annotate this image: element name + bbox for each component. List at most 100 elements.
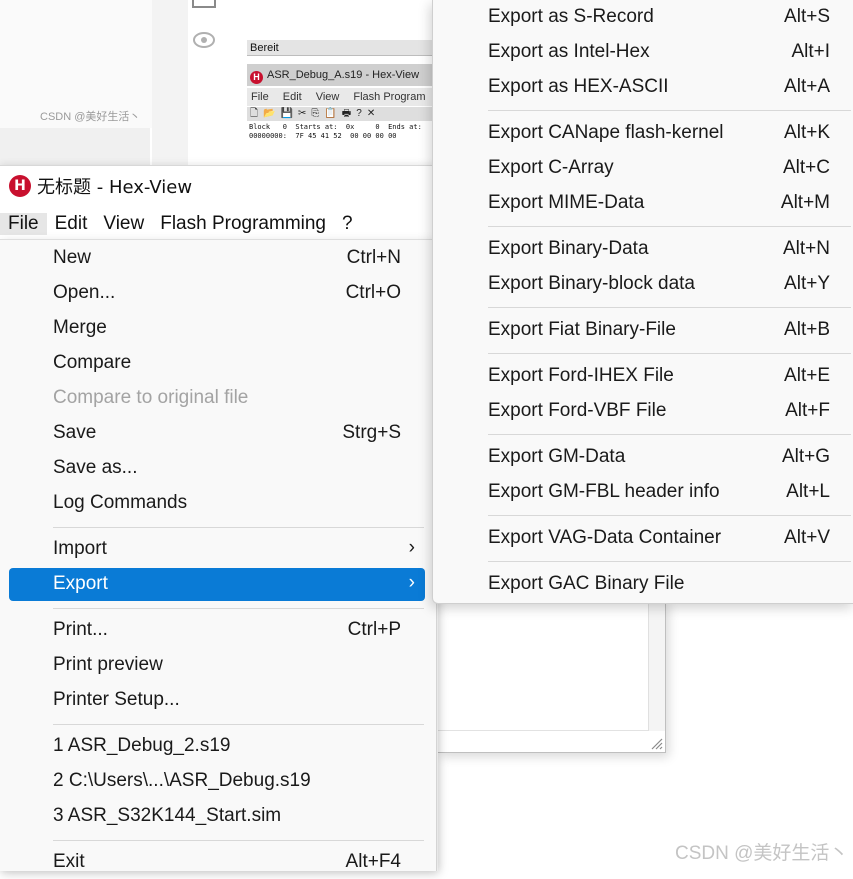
menu-item-open[interactable]: Open... Ctrl+O bbox=[9, 277, 425, 310]
mini-close-icon: ✕ bbox=[366, 108, 376, 119]
export-binary-data[interactable]: Export Binary-Data Alt+N bbox=[441, 233, 846, 266]
export-intel-hex[interactable]: Export as Intel-Hex Alt+I bbox=[441, 36, 846, 69]
export-c-array[interactable]: Export C-Array Alt+C bbox=[441, 152, 846, 185]
menu-item-label: Export GM-Data bbox=[488, 446, 626, 467]
menu-item-label: Printer Setup... bbox=[53, 689, 180, 710]
menu-item-label: Export Ford-VBF File bbox=[488, 400, 667, 421]
menu-item-label: Export Fiat Binary-File bbox=[488, 319, 676, 340]
menu-item-shortcut: Alt+L bbox=[786, 481, 830, 502]
menu-item-recent-file-2[interactable]: 2 C:\Users\...\ASR_Debug.s19 bbox=[9, 765, 425, 798]
menu-item-merge[interactable]: Merge bbox=[9, 312, 425, 345]
menu-item-printer-setup[interactable]: Printer Setup... bbox=[9, 684, 425, 717]
menu-item-label: Export VAG-Data Container bbox=[488, 527, 722, 548]
mini-window-title: ASR_Debug_A.s19 - Hex-View bbox=[267, 69, 420, 81]
menu-item-shortcut: Strg+S bbox=[342, 422, 401, 443]
mini-save-icon: 💾 bbox=[280, 108, 293, 119]
menu-item-shortcut: Alt+M bbox=[780, 192, 830, 213]
mini-menu-file: File bbox=[251, 91, 269, 103]
menu-separator bbox=[488, 434, 851, 435]
mini-menu-view: View bbox=[315, 91, 340, 103]
export-binary-block-data[interactable]: Export Binary-block data Alt+Y bbox=[441, 268, 846, 301]
menu-item-shortcut: Alt+C bbox=[783, 157, 830, 178]
mini-paste-icon: 📋 bbox=[324, 108, 337, 119]
menu-item-label: Compare to original file bbox=[53, 387, 249, 408]
menu-separator bbox=[488, 226, 851, 227]
mini-menubar: File Edit View Flash Program bbox=[247, 88, 437, 106]
resize-grip-icon[interactable] bbox=[649, 736, 663, 750]
menu-separator bbox=[488, 353, 851, 354]
menu-separator bbox=[53, 724, 424, 725]
menu-item-shortcut: Alt+B bbox=[784, 319, 830, 340]
menu-item-compare[interactable]: Compare bbox=[9, 347, 425, 380]
menu-item-exit[interactable]: Exit Alt+F4 bbox=[9, 846, 425, 879]
mini-toolbar: 🗋 📂 💾 ✂ ⎘ 📋 🖶? ✕ bbox=[247, 107, 437, 121]
watermark-small: CSDN @美好生活丶 bbox=[40, 111, 141, 123]
export-s-record[interactable]: Export as S-Record Alt+S bbox=[441, 1, 846, 34]
menu-item-recent-file-3[interactable]: 3 ASR_S32K144_Start.sim bbox=[9, 800, 425, 833]
menu-item-label: Open... bbox=[53, 282, 116, 303]
chevron-right-icon: › bbox=[408, 537, 415, 558]
mini-copy-icon: ⎘ bbox=[311, 108, 320, 119]
menu-item-log-commands[interactable]: Log Commands bbox=[9, 487, 425, 520]
menu-item-save-as[interactable]: Save as... bbox=[9, 452, 425, 485]
menu-item-label: Export GAC Binary File bbox=[488, 573, 685, 594]
menu-file[interactable]: File bbox=[0, 213, 47, 235]
menu-item-shortcut: Alt+I bbox=[791, 41, 830, 62]
menu-item-label: Export bbox=[53, 573, 108, 594]
menu-item-label: Compare bbox=[53, 352, 132, 373]
menu-item-label: Export as S-Record bbox=[488, 6, 654, 27]
menu-item-import[interactable]: Import › bbox=[9, 533, 425, 566]
export-vag-data-container[interactable]: Export VAG-Data Container Alt+V bbox=[441, 522, 846, 555]
menu-item-label: Import bbox=[53, 538, 107, 559]
menu-item-compare-original: Compare to original file bbox=[9, 382, 425, 415]
export-ford-ihex[interactable]: Export Ford-IHEX File Alt+E bbox=[441, 360, 846, 393]
menu-item-shortcut: Alt+A bbox=[784, 76, 830, 97]
menu-help[interactable]: ? bbox=[334, 213, 361, 235]
layout-grid-icon[interactable] bbox=[192, 0, 216, 8]
export-gm-fbl-header[interactable]: Export GM-FBL header info Alt+L bbox=[441, 476, 846, 509]
menu-item-label: Log Commands bbox=[53, 492, 188, 513]
menu-separator bbox=[488, 307, 851, 308]
chevron-right-icon: › bbox=[408, 572, 415, 593]
menu-item-label: Export as HEX-ASCII bbox=[488, 76, 669, 97]
menu-item-shortcut: Alt+F bbox=[785, 400, 830, 421]
menu-item-label: Export Binary-Data bbox=[488, 238, 649, 259]
export-hex-ascii[interactable]: Export as HEX-ASCII Alt+A bbox=[441, 71, 846, 104]
export-submenu: Export as S-Record Alt+S Export as Intel-… bbox=[432, 0, 853, 604]
menu-item-print[interactable]: Print... Ctrl+P bbox=[9, 614, 425, 647]
menu-view[interactable]: View bbox=[95, 213, 152, 235]
menu-item-recent-file-1[interactable]: 1 ASR_Debug_2.s19 bbox=[9, 730, 425, 763]
menu-flash-programming[interactable]: Flash Programming bbox=[152, 213, 334, 235]
title-bar[interactable]: H 无标题 - Hex-View bbox=[0, 166, 438, 206]
menu-item-save[interactable]: Save Strg+S bbox=[9, 417, 425, 450]
eye-icon[interactable] bbox=[193, 29, 215, 51]
menu-item-label: Save as... bbox=[53, 457, 138, 478]
menu-separator bbox=[488, 561, 851, 562]
export-gm-data[interactable]: Export GM-Data Alt+G bbox=[441, 441, 846, 474]
menu-separator bbox=[488, 515, 851, 516]
export-fiat-binary[interactable]: Export Fiat Binary-File Alt+B bbox=[441, 314, 846, 347]
export-ford-vbf[interactable]: Export Ford-VBF File Alt+F bbox=[441, 395, 846, 428]
menu-item-shortcut: Alt+Y bbox=[784, 273, 830, 294]
export-gac-binary[interactable]: Export GAC Binary File bbox=[441, 568, 846, 601]
menu-item-label: Export GM-FBL header info bbox=[488, 481, 720, 502]
mini-new-icon: 🗋 bbox=[250, 108, 259, 119]
menu-item-shortcut: Alt+E bbox=[784, 365, 830, 386]
vertical-scrollbar[interactable] bbox=[648, 600, 665, 731]
menu-separator bbox=[53, 608, 424, 609]
mini-app-logo-icon: H bbox=[250, 71, 263, 84]
menu-edit[interactable]: Edit bbox=[47, 213, 96, 235]
menu-item-export[interactable]: Export › bbox=[9, 568, 425, 601]
menu-item-print-preview[interactable]: Print preview bbox=[9, 649, 425, 682]
menu-item-shortcut: Ctrl+P bbox=[347, 619, 401, 640]
mini-hex-data: Block 0 Starts at: 0x 0 Ends at: 00000000… bbox=[247, 123, 437, 141]
menu-item-label: Export MIME-Data bbox=[488, 192, 645, 213]
export-canape-flash-kernel[interactable]: Export CANape flash-kernel Alt+K bbox=[441, 117, 846, 150]
horizontal-scrollbar-edge bbox=[438, 730, 648, 731]
menu-item-new[interactable]: New Ctrl+N bbox=[9, 242, 425, 275]
watermark: CSDN @美好生活丶 bbox=[675, 843, 849, 864]
menu-separator bbox=[488, 110, 851, 111]
menu-item-shortcut: Alt+S bbox=[784, 6, 830, 27]
export-mime-data[interactable]: Export MIME-Data Alt+M bbox=[441, 187, 846, 220]
menu-item-label: 3 ASR_S32K144_Start.sim bbox=[53, 805, 282, 826]
